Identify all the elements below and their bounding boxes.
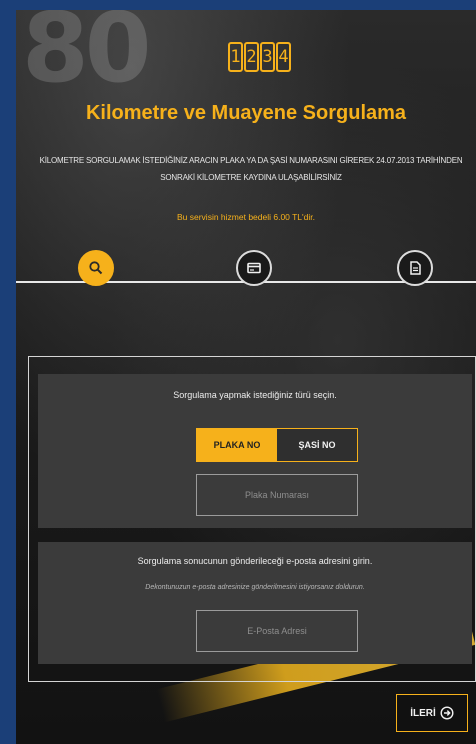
plaka-no-option[interactable]: PLAKA NO xyxy=(197,429,277,461)
arrow-right-circle-icon xyxy=(440,706,454,720)
plate-number-input[interactable] xyxy=(196,474,358,516)
page-title: Kilometre ve Muayene Sorgulama xyxy=(85,102,407,124)
step-result[interactable] xyxy=(397,250,433,286)
query-type-toggle: PLAKA NO ŞASİ NO xyxy=(196,428,358,462)
step-payment[interactable] xyxy=(236,250,272,286)
logo-digit: 2 xyxy=(244,42,259,72)
search-icon xyxy=(89,261,103,275)
sasi-no-option[interactable]: ŞASİ NO xyxy=(277,429,357,461)
next-button[interactable]: İLERİ xyxy=(396,694,468,732)
next-button-label: İLERİ xyxy=(410,707,436,719)
query-type-panel: Sorgulama yapmak istediğiniz türü seçin.… xyxy=(38,374,472,528)
logo-digit: 3 xyxy=(260,42,275,72)
page-frame: 80 1 2 3 4 Kilometre ve Muayene Sorgulam… xyxy=(16,10,476,744)
email-panel: Sorgulama sonucunun gönderileceği e-post… xyxy=(38,542,472,664)
email-hint: Dekontunuzun e-posta adresinize gönderil… xyxy=(145,584,365,591)
email-label: Sorgulama sonucunun gönderileceği e-post… xyxy=(137,556,373,566)
background-odometer-decoration: 80 xyxy=(22,10,152,104)
document-icon xyxy=(410,261,421,275)
fee-note: Bu servisin hizmet bedeli 6.00 TL'dir. xyxy=(176,212,315,222)
logo-digit: 4 xyxy=(276,42,291,72)
email-input[interactable] xyxy=(196,610,358,652)
step-search[interactable] xyxy=(78,250,114,286)
logo: 1 2 3 4 xyxy=(228,42,291,72)
card-icon xyxy=(247,262,261,274)
page-description: KİLOMETRE SORGULAMAK İSTEDİĞİNİZ ARACIN … xyxy=(39,156,463,182)
logo-digit: 1 xyxy=(228,42,243,72)
query-type-label: Sorgulama yapmak istediğiniz türü seçin. xyxy=(173,390,337,400)
